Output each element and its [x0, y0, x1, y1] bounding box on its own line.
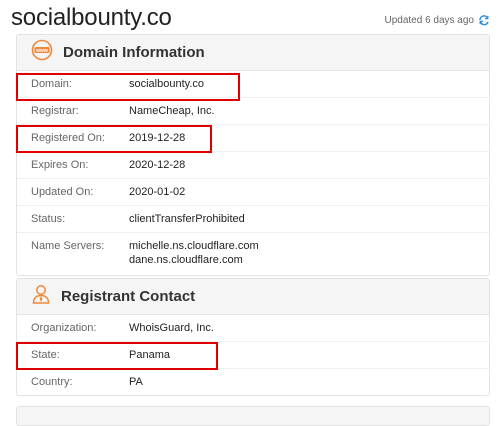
registrant-contact-title: Registrant Contact	[61, 288, 196, 305]
name-server-2: dane.ns.cloudflare.com	[129, 254, 243, 266]
contact-row-organization: Organization: WhoisGuard, Inc.	[17, 315, 489, 342]
contact-row-country: Country: PA	[17, 369, 489, 395]
info-label: Expires On:	[31, 159, 89, 171]
contact-label: Country:	[31, 376, 73, 388]
www-icon: www	[31, 39, 53, 66]
info-value: socialbounty.co	[129, 78, 205, 90]
updated-status: Updated 6 days ago	[384, 14, 490, 26]
info-row-updated-on: Updated On: 2020-01-02	[17, 179, 489, 206]
info-label: Registrar:	[31, 105, 79, 117]
registrant-contact-header: Registrant Contact	[17, 279, 489, 315]
info-value: 2020-12-28	[129, 159, 186, 171]
info-value: michelle.ns.cloudflare.com dane.ns.cloud…	[129, 239, 259, 267]
name-server-1: michelle.ns.cloudflare.com	[129, 240, 259, 252]
domain-information-header: www Domain Information	[17, 35, 489, 71]
info-label: Registered On:	[31, 132, 105, 144]
info-label: Updated On:	[31, 186, 94, 198]
info-row-name-servers: Name Servers: michelle.ns.cloudflare.com…	[17, 233, 489, 275]
contact-value: WhoisGuard, Inc.	[129, 322, 214, 334]
info-row-registrar: Registrar: NameCheap, Inc.	[17, 98, 489, 125]
info-row-expires-on: Expires On: 2020-12-28	[17, 152, 489, 179]
contact-value: Panama	[129, 349, 170, 361]
contact-label: Organization:	[31, 322, 97, 334]
info-label: Domain:	[31, 78, 72, 90]
info-value: NameCheap, Inc.	[129, 105, 215, 117]
refresh-icon[interactable]	[478, 14, 490, 26]
contact-label: State:	[31, 349, 60, 361]
contact-row-state: State: Panama	[17, 342, 489, 369]
domain-information-card: www Domain Information Domain: socialbou…	[16, 34, 490, 276]
registrant-contact-card: Registrant Contact Organization: WhoisGu…	[16, 278, 490, 396]
contact-value: PA	[129, 376, 143, 388]
page-title: socialbounty.co	[11, 4, 172, 31]
info-value: clientTransferProhibited	[129, 213, 245, 225]
info-label: Status:	[31, 213, 66, 225]
updated-text: Updated 6 days ago	[384, 14, 474, 26]
next-section-card	[16, 406, 490, 426]
svg-text:www: www	[35, 48, 48, 54]
person-icon	[31, 283, 51, 310]
domain-information-title: Domain Information	[63, 44, 205, 61]
info-row-status: Status: clientTransferProhibited	[17, 206, 489, 233]
info-value: 2019-12-28	[129, 132, 186, 144]
info-row-registered-on: Registered On: 2019-12-28	[17, 125, 489, 152]
info-label: Name Servers:	[31, 240, 105, 252]
info-row-domain: Domain: socialbounty.co	[17, 71, 489, 98]
info-value: 2020-01-02	[129, 186, 186, 198]
